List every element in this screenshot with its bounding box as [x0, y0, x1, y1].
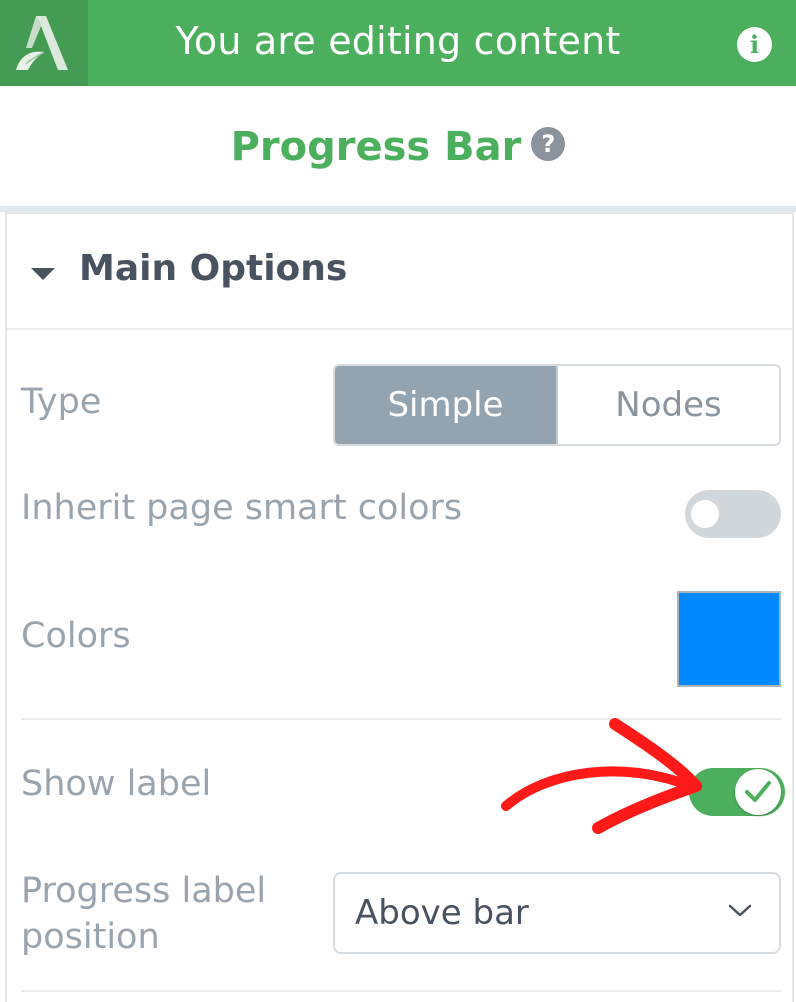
toggle-knob — [691, 500, 719, 528]
row-divider — [21, 718, 781, 720]
chevron-down-icon — [728, 904, 752, 917]
show-label-label: Show label — [21, 764, 212, 804]
checkmark-icon — [745, 781, 771, 802]
caret-down-icon — [31, 268, 55, 280]
inherit-colors-toggle[interactable] — [685, 490, 781, 538]
options-panel: Main Options Type Simple Nodes Inherit p… — [5, 212, 794, 1002]
type-option-simple[interactable]: Simple — [335, 366, 558, 444]
colors-label: Colors — [21, 616, 131, 656]
type-option-nodes[interactable]: Nodes — [558, 366, 779, 444]
label-line: Progress label — [21, 871, 267, 911]
color-swatch[interactable] — [677, 591, 781, 687]
app-logo[interactable] — [0, 0, 88, 86]
type-label: Type — [21, 382, 102, 422]
app-logo-icon — [16, 16, 68, 70]
info-icon[interactable]: i — [737, 27, 772, 62]
select-value: Above bar — [355, 893, 529, 933]
show-label-toggle[interactable] — [689, 768, 785, 816]
panel-header: Progress Bar? — [0, 86, 796, 208]
progress-label-position-label: Progress label position — [21, 868, 266, 960]
label-line: position — [21, 917, 160, 957]
editing-status-title: You are editing content — [175, 19, 621, 63]
inherit-colors-label: Inherit page smart colors — [21, 488, 463, 528]
section-title: Main Options — [79, 248, 348, 289]
page-title: Progress Bar — [230, 124, 522, 170]
toggle-knob — [735, 769, 781, 815]
editor-topbar: You are editing content i — [0, 0, 796, 86]
type-segmented-control: Simple Nodes — [333, 364, 781, 446]
help-icon[interactable]: ? — [531, 127, 566, 161]
row-divider — [21, 990, 781, 992]
main-options-header[interactable]: Main Options — [7, 214, 792, 330]
label-position-select[interactable]: Above bar — [333, 872, 781, 954]
